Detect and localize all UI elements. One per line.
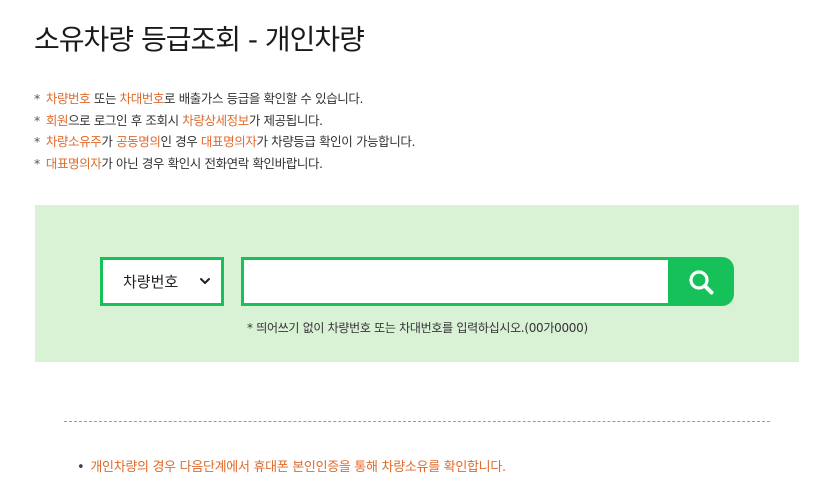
page-title: 소유차량 등급조회 - 개인차량 <box>34 23 365 56</box>
chevron-down-icon <box>200 278 210 284</box>
note-text: 으로 로그인 후 조회시 <box>68 112 183 128</box>
note-item: * 대표명의자가 아닌 경우 확인시 전화연락 확인바랍니다. <box>34 153 415 175</box>
note-marker: * <box>34 155 40 171</box>
input-hint: * 띄어쓰기 없이 차량번호 또는 차대번호를 입력하십시오.(00가0000) <box>247 321 588 335</box>
search-icon <box>689 269 714 294</box>
search-button[interactable] <box>668 257 734 306</box>
note-marker: * <box>34 112 40 128</box>
note-item: * 회원으로 로그인 후 조회시 차량상세정보가 제공됩니다. <box>34 110 415 132</box>
note-highlight: 차량번호 <box>45 91 91 106</box>
note-item: * 차량번호 또는 차대번호로 배출가스 등급을 확인할 수 있습니다. <box>34 88 415 110</box>
search-type-select[interactable]: 차량번호 <box>100 257 224 306</box>
note-text: 또는 <box>90 91 120 106</box>
note-text: 인 경우 <box>160 134 201 149</box>
footer-note-text: 개인차량의 경우 다음단계에서 휴대폰 본인인증을 통해 차량소유를 확인합니다… <box>90 460 506 475</box>
section-divider <box>64 421 770 422</box>
note-text: 로 배출가스 등급을 확인할 수 있습니다. <box>164 91 364 106</box>
note-text: 가 차량등급 확인이 가능합니다. <box>256 134 416 149</box>
note-marker: * <box>34 91 40 106</box>
search-type-selected: 차량번호 <box>123 273 179 291</box>
note-text: 가 <box>101 134 117 149</box>
note-highlight: 공동명의 <box>116 134 161 149</box>
search-panel: 차량번호 * 띄어쓰기 없이 차량번호 또는 차대번호를 입력하십시오.(00가… <box>35 205 799 362</box>
note-text: 가 제공됩니다. <box>248 112 323 128</box>
note-highlight: 회원 <box>45 112 69 128</box>
note-highlight: 차량상세정보 <box>182 112 249 128</box>
note-marker: * <box>34 134 40 149</box>
bullet-marker: • <box>77 460 85 475</box>
note-text: 가 아닌 경우 확인시 전화연락 확인바랍니다. <box>101 155 323 171</box>
info-notes: * 차량번호 또는 차대번호로 배출가스 등급을 확인할 수 있습니다. * 회원으… <box>34 88 415 174</box>
note-highlight: 차대번호 <box>119 91 165 106</box>
note-item: * 차량소유주가 공동명의인 경우 대표명의자가 차량등급 확인이 가능합니다. <box>34 131 415 153</box>
footer-note: • 개인차량의 경우 다음단계에서 휴대폰 본인인증을 통해 차량소유를 확인합니… <box>77 456 506 475</box>
note-highlight: 대표명의자 <box>200 134 257 149</box>
search-input[interactable] <box>241 257 673 306</box>
note-highlight: 대표명의자 <box>45 155 102 171</box>
note-highlight: 차량소유주 <box>45 134 102 149</box>
